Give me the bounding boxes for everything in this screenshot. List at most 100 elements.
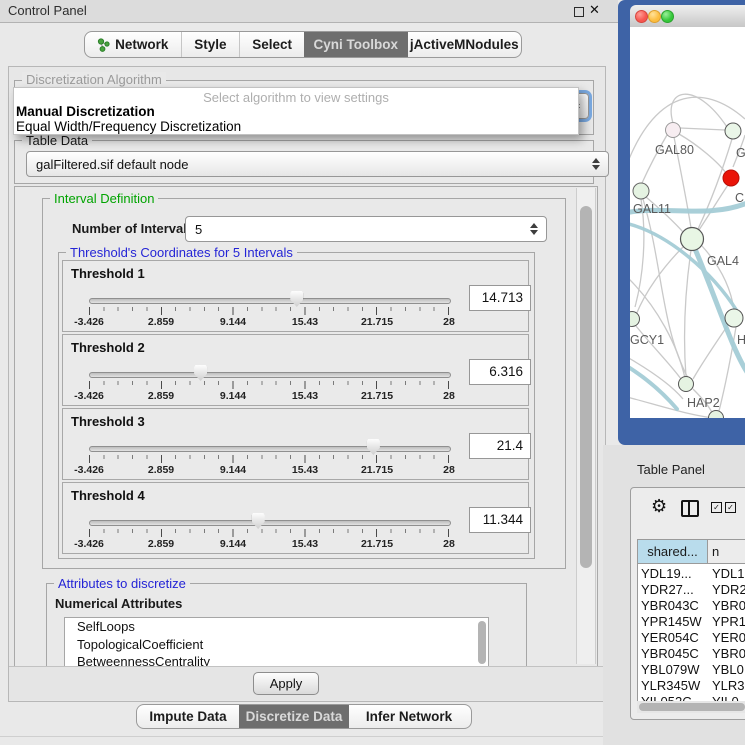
number-of-intervals-value: 5 bbox=[195, 222, 202, 237]
table-horizontal-scrollbar[interactable] bbox=[637, 701, 745, 713]
screenshot-root: Control Panel ✕ Network Style Select Cyn… bbox=[0, 0, 745, 745]
scale-label: 15.43 bbox=[292, 316, 318, 328]
slider-track[interactable] bbox=[89, 372, 451, 378]
table-data-combobox-value: galFiltered.sif default node bbox=[36, 157, 188, 172]
tab-label: Style bbox=[194, 37, 226, 52]
scrollbar-thumb[interactable] bbox=[580, 206, 592, 568]
threshold-slider[interactable]: -3.426 2.859 9.144 15.43 21.715 28 bbox=[89, 365, 449, 401]
dropdown-option-equal-width[interactable]: Equal Width/Frequency Discretization bbox=[16, 119, 241, 134]
slider-track[interactable] bbox=[89, 520, 451, 526]
table-row[interactable]: YLR345WYLR3 bbox=[638, 678, 745, 694]
slider-scale: -3.426 2.859 9.144 15.43 21.715 28 bbox=[89, 464, 449, 476]
table-row[interactable]: YBR045CYBR0 bbox=[638, 646, 745, 662]
tab-label: jActiveMNodules bbox=[410, 37, 519, 52]
columns-icon[interactable] bbox=[681, 500, 699, 517]
table-data-combobox[interactable]: galFiltered.sif default node bbox=[26, 151, 609, 177]
tab-impute-data[interactable]: Impute Data bbox=[137, 705, 239, 728]
node-gal80[interactable] bbox=[666, 123, 681, 138]
table-panel: Table Panel ⚙ ✓ ✓ shared... n YDL19...YD… bbox=[603, 445, 745, 745]
algorithm-group-title: Discretization Algorithm bbox=[22, 72, 166, 87]
network-icon bbox=[97, 38, 110, 52]
dropdown-option-manual[interactable]: Manual Discretization bbox=[16, 104, 155, 119]
slider-ticks bbox=[89, 455, 449, 463]
slider-thumb[interactable] bbox=[194, 365, 207, 381]
zoom-traffic-light-icon[interactable] bbox=[661, 10, 674, 23]
tab-cyni-toolbox[interactable]: Cyni Toolbox bbox=[304, 32, 408, 57]
scale-label: 28 bbox=[443, 538, 455, 550]
checkbox-icon[interactable]: ✓ bbox=[711, 502, 722, 513]
column-header-name[interactable]: n bbox=[708, 540, 745, 564]
table-row[interactable]: YDL19...YDL1 bbox=[638, 566, 745, 582]
tab-discretize-data[interactable]: Discretize Data bbox=[239, 705, 349, 728]
scale-label: 2.859 bbox=[148, 316, 174, 328]
node-top-right[interactable] bbox=[725, 123, 741, 139]
threshold-slider[interactable]: -3.426 2.859 9.144 15.43 21.715 28 bbox=[89, 513, 449, 549]
close-traffic-light-icon[interactable] bbox=[635, 10, 648, 23]
minimize-traffic-light-icon[interactable] bbox=[648, 10, 661, 23]
table-row[interactable]: YBR043CYBR0 bbox=[638, 598, 745, 614]
threshold-panel-1: Threshold 1 -3.426 2.859 9.144 15.43 21.… bbox=[62, 260, 529, 332]
table-row[interactable]: YPR145WYPR1 bbox=[638, 614, 745, 630]
table-row[interactable]: YBL079WYBL0 bbox=[638, 662, 745, 678]
control-panel-titlebar: Control Panel ✕ bbox=[0, 0, 618, 23]
network-window-titlebar[interactable] bbox=[630, 5, 745, 28]
threshold-slider[interactable]: -3.426 2.859 9.144 15.43 21.715 28 bbox=[89, 291, 449, 327]
slider-track[interactable] bbox=[89, 446, 451, 452]
tab-label: Discretize Data bbox=[246, 709, 343, 724]
tab-infer-network[interactable]: Infer Network bbox=[349, 705, 469, 728]
combo-arrows-icon bbox=[592, 158, 600, 170]
scale-label: 9.144 bbox=[220, 316, 246, 328]
checkbox-icon[interactable]: ✓ bbox=[725, 502, 736, 513]
float-window-icon[interactable] bbox=[574, 7, 584, 17]
slider-thumb[interactable] bbox=[290, 291, 303, 307]
threshold-value-field[interactable]: 21.4 bbox=[469, 433, 531, 459]
table-row[interactable]: YDR27...YDR2 bbox=[638, 582, 745, 598]
tab-network[interactable]: Network bbox=[85, 32, 182, 57]
scale-label: 15.43 bbox=[292, 464, 318, 476]
slider-track[interactable] bbox=[89, 298, 451, 304]
numerical-attributes-list: SelfLoops TopologicalCoefficient Between… bbox=[64, 617, 489, 668]
node-gal4[interactable] bbox=[681, 228, 704, 251]
slider-thumb[interactable] bbox=[252, 513, 265, 529]
threshold-value-field[interactable]: 11.344 bbox=[469, 507, 531, 533]
tab-select[interactable]: Select bbox=[240, 32, 304, 57]
control-panel-title: Control Panel bbox=[8, 3, 87, 18]
list-item[interactable]: SelfLoops bbox=[65, 618, 488, 636]
tab-style[interactable]: Style bbox=[182, 32, 241, 57]
interval-definition-title: Interval Definition bbox=[50, 191, 158, 206]
close-icon[interactable]: ✕ bbox=[589, 2, 600, 18]
node-gcy1[interactable] bbox=[630, 312, 640, 327]
node-label: H bbox=[737, 333, 745, 347]
bottom-tabbar: Impute Data Discretize Data Infer Networ… bbox=[136, 704, 472, 729]
node-bottom[interactable] bbox=[709, 411, 724, 419]
tab-jactivemnodules[interactable]: jActiveMNodules bbox=[408, 32, 521, 57]
threshold-value-field[interactable]: 6.316 bbox=[469, 359, 531, 385]
number-of-intervals-combobox[interactable]: 5 bbox=[185, 216, 547, 242]
list-scrollbar-thumb[interactable] bbox=[478, 621, 486, 664]
table-row[interactable]: YER054CYER0 bbox=[638, 630, 745, 646]
control-panel-tabbar: Network Style Select Cyni Toolbox jActiv… bbox=[84, 31, 522, 58]
scale-label: 9.144 bbox=[220, 464, 246, 476]
list-item[interactable]: TopologicalCoefficient bbox=[65, 636, 488, 654]
scale-label: 21.715 bbox=[361, 538, 393, 550]
slider-thumb[interactable] bbox=[367, 439, 380, 455]
threshold-value-field[interactable]: 14.713 bbox=[469, 285, 531, 311]
apply-button[interactable]: Apply bbox=[253, 672, 319, 695]
combo-arrows-icon bbox=[530, 223, 538, 235]
node-gal11[interactable] bbox=[633, 183, 649, 199]
settings-vertical-scrollbar[interactable] bbox=[576, 188, 596, 664]
scale-label: -3.426 bbox=[74, 390, 104, 402]
node-label: GAL11 bbox=[633, 202, 671, 216]
threshold-panel-3: Threshold 3 -3.426 2.859 9.144 15.43 21.… bbox=[62, 408, 529, 480]
table-panel-inner: ⚙ ✓ ✓ shared... n YDL19...YDL1 YDR27...Y… bbox=[630, 487, 745, 720]
node-h[interactable] bbox=[725, 309, 743, 327]
node-red-selected[interactable] bbox=[723, 170, 739, 186]
tab-label: Impute Data bbox=[149, 709, 226, 724]
gear-icon[interactable]: ⚙ bbox=[651, 496, 667, 517]
scrollbar-thumb[interactable] bbox=[639, 703, 745, 711]
table-data-group-title: Table Data bbox=[22, 133, 92, 148]
threshold-slider[interactable]: -3.426 2.859 9.144 15.43 21.715 28 bbox=[89, 439, 449, 475]
network-canvas[interactable]: GAL80 G C GAL11 GAL4 GCY1 H HAP2 bbox=[630, 27, 745, 418]
node-hap2[interactable] bbox=[679, 377, 694, 392]
column-header-shared[interactable]: shared... bbox=[638, 540, 708, 564]
